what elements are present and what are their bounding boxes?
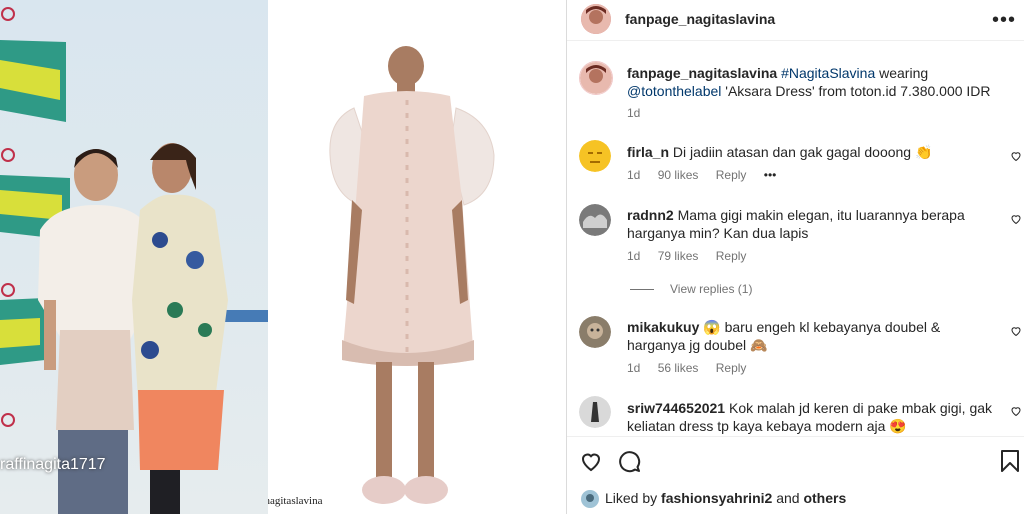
comment-text: sriw744652021 Kok malah jd keren di pake… xyxy=(627,399,997,435)
comment-time: 1d xyxy=(627,168,641,182)
comment-username[interactable]: mikakukuy xyxy=(627,319,699,335)
author-avatar[interactable] xyxy=(581,4,611,34)
liked-by: Liked by fashionsyahrini2 and others xyxy=(581,490,846,509)
comment-avatar[interactable] xyxy=(579,204,611,236)
liked-by-user[interactable]: fashionsyahrini2 xyxy=(661,490,772,506)
caption-text-2: 'Aksara Dress' from toton.id 7.380.000 I… xyxy=(725,83,991,99)
comment-time: 1d xyxy=(627,361,641,375)
comment-meta: 1d 90 likes Reply ••• xyxy=(627,168,790,182)
like-comment-heart-icon[interactable] xyxy=(1010,325,1022,337)
comment-username[interactable]: sriw744652021 xyxy=(627,400,725,416)
comment-text: mikakukuy 😱 baru engeh kl kebayanya doub… xyxy=(627,318,997,354)
comment-avatar[interactable] xyxy=(579,316,611,348)
emoji-avatar-icon xyxy=(579,140,611,172)
liker-avatar[interactable] xyxy=(581,490,599,509)
caption-username[interactable]: fanpage_nagitaslavina xyxy=(627,65,777,81)
comment-icon[interactable] xyxy=(617,449,641,473)
heart-icon[interactable] xyxy=(579,449,603,473)
comment-body: Mama gigi makin elegan, itu luarannya be… xyxy=(627,207,965,241)
caption-avatar[interactable] xyxy=(579,61,613,95)
like-comment-heart-icon[interactable] xyxy=(1010,213,1022,225)
caption-hashtag[interactable]: #NagitaSlavina xyxy=(781,65,875,81)
liked-by-prefix: Liked by xyxy=(605,490,662,506)
comment-body: Di jadiin atasan dan gak gagal dooong 👏 xyxy=(672,144,933,160)
product-photo: @fanpage_nagitaslavina xyxy=(268,0,566,514)
caption-mention[interactable]: @totonthelabel xyxy=(627,83,721,99)
author-username[interactable]: fanpage_nagitaslavina xyxy=(625,11,775,27)
avatar-image xyxy=(579,396,611,428)
post-header: fanpage_nagitaslavina ••• xyxy=(567,0,1024,41)
media-watermark: raffinagita1717 xyxy=(0,456,106,473)
post-media[interactable]: raffinagita1717 @fanpage_nagitaslavina xyxy=(0,0,566,514)
like-comment-heart-icon[interactable] xyxy=(1010,150,1022,162)
avatar-image xyxy=(580,62,612,94)
reply-button[interactable]: Reply xyxy=(716,168,747,182)
bookmark-icon[interactable] xyxy=(1000,449,1020,473)
comment-avatar[interactable] xyxy=(579,140,611,172)
comment-text: firla_n Di jadiin atasan dan gak gagal d… xyxy=(627,143,997,161)
more-horizontal-icon[interactable]: ••• xyxy=(992,9,1016,32)
caption-time: 1d xyxy=(627,106,641,120)
comment-username[interactable]: firla_n xyxy=(627,144,669,160)
like-comment-heart-icon[interactable] xyxy=(1010,405,1022,417)
event-photo: raffinagita1717 xyxy=(0,0,268,514)
reply-button[interactable]: Reply xyxy=(716,249,747,263)
post-caption: fanpage_nagitaslavina #NagitaSlavina wea… xyxy=(627,64,1012,122)
reply-button[interactable]: Reply xyxy=(716,361,747,375)
comment-likes[interactable]: 79 likes xyxy=(658,249,699,263)
post-sidebar: fanpage_nagitaslavina ••• fanpage_nagita… xyxy=(567,0,1024,514)
liked-by-others[interactable]: others xyxy=(803,490,846,506)
comment-avatar[interactable] xyxy=(579,396,611,428)
comment-text: radnn2 Mama gigi makin elegan, itu luara… xyxy=(627,206,997,242)
comment-username[interactable]: radnn2 xyxy=(627,207,674,223)
media-credit: @fanpage_nagitaslavina xyxy=(268,495,323,507)
comment-meta: 1d 79 likes Reply xyxy=(627,249,760,263)
comment-meta: 1d 56 likes Reply xyxy=(627,361,760,375)
avatar-image xyxy=(581,4,611,34)
event-photo-illustration xyxy=(0,7,268,514)
avatar-image xyxy=(579,204,611,236)
avatar-image xyxy=(579,316,611,348)
comment-likes[interactable]: 56 likes xyxy=(658,361,699,375)
comment-likes[interactable]: 90 likes xyxy=(658,168,699,182)
liked-by-and: and xyxy=(772,490,804,506)
view-replies-button[interactable]: View replies (1) xyxy=(668,282,752,296)
product-photo-illustration xyxy=(329,46,495,504)
comment-options-icon[interactable]: ••• xyxy=(764,168,777,182)
comment-time: 1d xyxy=(627,249,641,263)
caption-text: wearing xyxy=(875,65,929,81)
